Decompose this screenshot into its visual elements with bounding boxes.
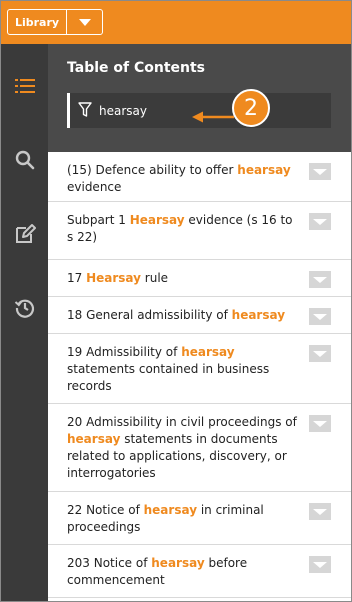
expand-chevron-icon[interactable] <box>309 213 331 230</box>
toc-row[interactable]: 203 Notice of hearsay before commencemen… <box>48 545 351 598</box>
toc-row[interactable]: 22 Notice of hearsay in criminal proceed… <box>48 492 351 545</box>
library-dropdown[interactable]: Library <box>7 9 103 35</box>
row-text: statements contained in business records <box>67 362 270 393</box>
expand-chevron-icon[interactable] <box>309 163 331 180</box>
expand-chevron-icon[interactable] <box>309 415 331 432</box>
toc-row[interactable]: (15) Defence ability to offer hearsay ev… <box>48 152 351 202</box>
toc-row-label[interactable]: (15) Defence ability to offer hearsay ev… <box>67 162 301 196</box>
row-text: Subpart 1 <box>67 213 130 227</box>
history-icon[interactable] <box>1 288 48 328</box>
callout-arrow-icon <box>192 108 234 127</box>
library-button[interactable]: Library <box>8 10 67 34</box>
notes-icon[interactable] <box>1 214 48 254</box>
search-highlight: hearsay <box>181 345 235 359</box>
top-bar: Library <box>1 1 351 44</box>
row-text: 18 General admissibility of <box>67 308 232 322</box>
page-title: Table of Contents <box>67 60 206 76</box>
row-text: rule <box>140 271 169 285</box>
expand-chevron-icon[interactable] <box>309 271 331 288</box>
toc-row[interactable]: 18 General admissibility of hearsay <box>48 297 351 334</box>
toc-header: Table of Contents 2 <box>48 44 351 152</box>
search-icon[interactable] <box>1 140 48 180</box>
search-highlight: hearsay <box>67 432 121 446</box>
toc-row-label[interactable]: 18 General admissibility of hearsay <box>67 307 301 324</box>
row-text: evidence <box>67 180 122 194</box>
search-highlight: hearsay <box>231 308 286 322</box>
search-highlight: hearsay <box>237 163 291 177</box>
row-text: 20 Admissibility in civil proceedings of <box>67 415 297 429</box>
expand-chevron-icon[interactable] <box>309 345 331 362</box>
row-text: 17 <box>67 271 87 285</box>
search-highlight: Hearsay <box>129 213 185 227</box>
app-frame: Library Table of Contents hearsay 2 (15)… <box>0 0 352 602</box>
search-highlight: hearsay <box>151 556 205 570</box>
toc-row-label[interactable]: 22 Notice of hearsay in criminal proceed… <box>67 502 301 536</box>
toc-row[interactable]: 20 Admissibility in civil proceedings of… <box>48 404 351 492</box>
toc-icon[interactable] <box>1 66 48 106</box>
row-text: 22 Notice of <box>67 503 144 517</box>
expand-chevron-icon[interactable] <box>309 556 331 573</box>
toc-row-label[interactable]: 203 Notice of hearsay before commencemen… <box>67 555 301 589</box>
row-text: 19 Admissibility of <box>67 345 182 359</box>
filter-icon <box>78 102 92 122</box>
toc-list: (15) Defence ability to offer hearsay ev… <box>48 152 351 601</box>
toc-row-label[interactable]: 19 Admissibility of hearsay statements c… <box>67 344 301 395</box>
toc-row[interactable]: 19 Admissibility of hearsay statements c… <box>48 334 351 404</box>
toc-row-label[interactable]: 20 Admissibility in civil proceedings of… <box>67 414 301 482</box>
side-rail <box>1 44 48 601</box>
search-highlight: hearsay <box>143 503 198 517</box>
toc-row-label[interactable]: Subpart 1 Hearsay evidence (s 16 to s 22… <box>67 212 301 246</box>
row-text: 203 Notice of <box>67 556 152 570</box>
expand-chevron-icon[interactable] <box>309 503 331 520</box>
search-highlight: Hearsay <box>86 271 141 285</box>
row-text: (15) Defence ability to offer <box>67 163 238 177</box>
toc-row[interactable]: Subpart 1 Hearsay evidence (s 16 to s 22… <box>48 202 351 260</box>
expand-chevron-icon[interactable] <box>309 308 331 325</box>
toc-row[interactable]: 17 Hearsay rule <box>48 260 351 297</box>
chevron-down-icon[interactable] <box>67 10 102 34</box>
callout-badge: 2 <box>232 89 270 127</box>
toc-row-label[interactable]: 17 Hearsay rule <box>67 270 301 287</box>
